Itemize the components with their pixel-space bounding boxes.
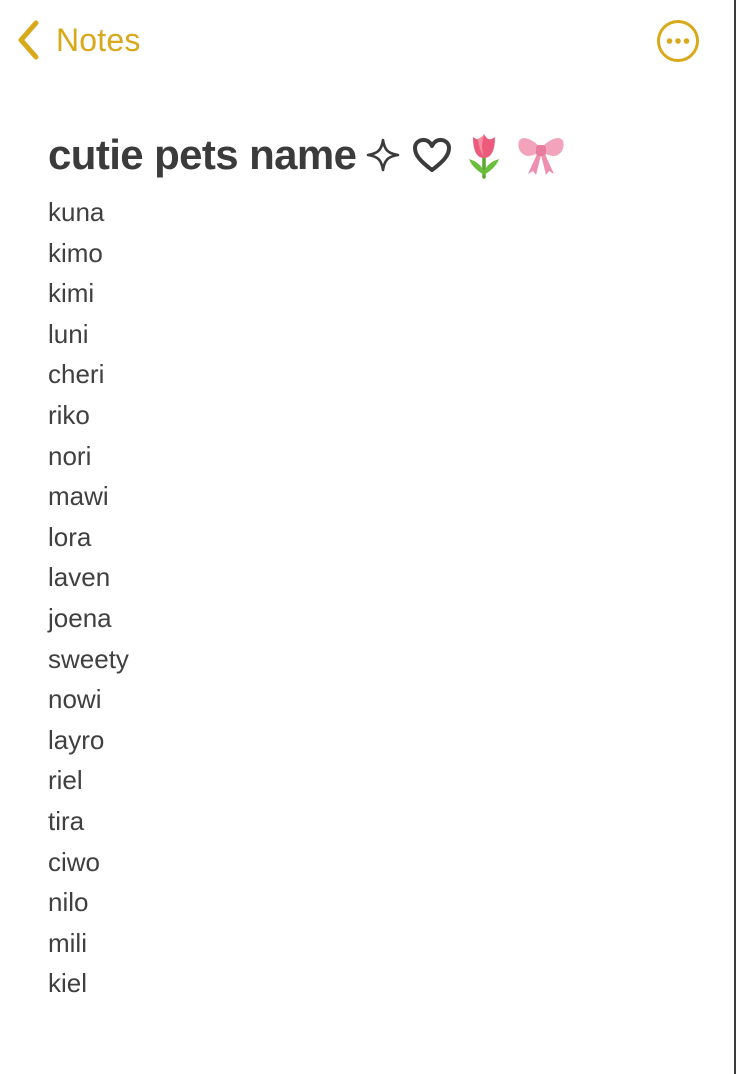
list-item: nilo: [48, 887, 89, 918]
list-item: kimi: [48, 278, 95, 309]
note-title-text: cutie pets name: [48, 131, 357, 178]
list-item: kiel: [48, 968, 88, 999]
list-item: joena: [48, 602, 112, 633]
list-item: nori: [48, 440, 92, 471]
tulip-emoji: [469, 134, 500, 179]
list-item: mawi: [48, 481, 109, 512]
chevron-left-icon: [18, 20, 39, 60]
list-item: luni: [48, 318, 89, 349]
list-item: mili: [48, 927, 87, 958]
list-item: nowi: [48, 684, 102, 715]
list-item: cheri: [48, 359, 105, 390]
ellipsis-circle-icon: [657, 20, 699, 62]
sparkle-icon: [367, 138, 400, 172]
list-item: tira: [48, 805, 85, 836]
list-item: lora: [48, 521, 92, 552]
ribbon-emoji: [518, 138, 565, 175]
pet-names-list: kuna kimo kimi luni cheri riko nori mawi…: [48, 192, 716, 1004]
list-item: kimo: [48, 237, 103, 268]
note-title: cutie pets name: [48, 124, 716, 186]
back-button[interactable]: Notes: [16, 18, 141, 62]
note-body[interactable]: cutie pets name kuna kimo kimi luni cher…: [48, 124, 716, 1004]
back-label: Notes: [56, 21, 141, 58]
more-options-button[interactable]: [656, 19, 700, 63]
heart-outline-icon: [413, 138, 452, 172]
navigation-bar: Notes: [0, 0, 734, 90]
list-item: laven: [48, 562, 111, 593]
list-item: ciwo: [48, 846, 101, 877]
title-decorations: [366, 131, 566, 179]
list-item: riko: [48, 399, 90, 430]
list-item: riel: [48, 765, 83, 796]
list-item: kuna: [48, 197, 105, 227]
list-item: layro: [48, 724, 105, 755]
list-item: sweety: [48, 643, 129, 674]
